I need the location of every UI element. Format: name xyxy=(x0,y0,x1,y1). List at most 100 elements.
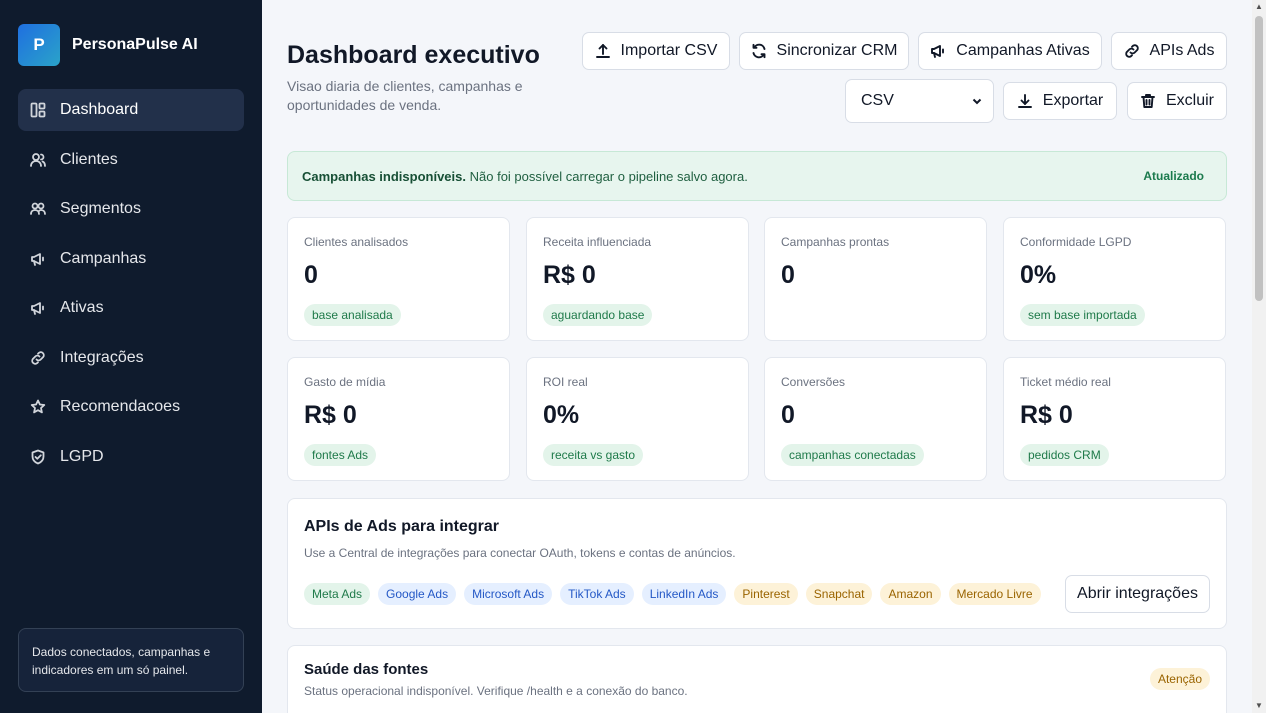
metric-badge: fontes Ads xyxy=(304,444,377,466)
users-icon xyxy=(30,152,46,167)
sidebar-item-campanhas[interactable]: Campanhas xyxy=(18,238,244,280)
link-icon xyxy=(1124,44,1139,58)
star-icon xyxy=(30,399,46,414)
scrollbar-thumb[interactable] xyxy=(1255,16,1263,301)
health-panel-subtitle: Status operacional indisponível. Verifiq… xyxy=(304,684,688,698)
sidebar-item-recomendacoes[interactable]: Recomendacoes xyxy=(18,386,244,428)
ads-panel-subtitle: Use a Central de integrações para conect… xyxy=(304,546,736,560)
chip-linkedin-ads[interactable]: LinkedIn Ads xyxy=(641,583,727,605)
sidebar-item-label: Campanhas xyxy=(60,249,147,267)
metric-label: Ticket médio real xyxy=(1020,375,1111,389)
metric-label: ROI real xyxy=(543,375,588,389)
apis-ads-button[interactable]: APIs Ads xyxy=(1111,32,1227,70)
megaphone-icon xyxy=(931,45,945,58)
chip-microsoft-ads[interactable]: Microsoft Ads xyxy=(464,583,553,605)
active-campaigns-label: Campanhas Ativas xyxy=(956,42,1090,59)
metric-value: 0 xyxy=(781,261,795,289)
metric-label: Gasto de mídia xyxy=(304,375,386,389)
metric-label: Clientes analisados xyxy=(304,235,409,249)
sources-health-panel: Saúde das fontes Status operacional indi… xyxy=(287,645,1227,713)
refresh-icon xyxy=(752,43,765,59)
chip-mercado-livre[interactable]: Mercado Livre xyxy=(948,583,1041,605)
sidebar-item-label: Clientes xyxy=(60,150,118,168)
metric-badge: pedidos CRM xyxy=(1020,444,1109,466)
metric-card-roi-real: ROI real 0% receita vs gasto xyxy=(526,357,749,481)
ads-chip-list: Meta Ads Google Ads Microsoft Ads TikTok… xyxy=(304,583,1041,605)
metric-card-conformidade-lgpd: Conformidade LGPD 0% sem base importada xyxy=(1003,217,1226,341)
metric-card-campanhas-prontas: Campanhas prontas 0 xyxy=(764,217,987,341)
brand-logo: P xyxy=(18,24,60,66)
delete-label: Excluir xyxy=(1165,92,1214,109)
sidebar-item-clientes[interactable]: Clientes xyxy=(18,139,244,181)
megaphone-icon xyxy=(31,302,44,315)
chip-snapchat[interactable]: Snapchat xyxy=(805,583,873,605)
alert-message: Não foi possível carregar o pipeline sal… xyxy=(469,168,748,184)
sidebar-item-label: Recomendacoes xyxy=(60,398,181,415)
metric-label: Campanhas prontas xyxy=(781,235,890,249)
metric-value: 0 xyxy=(781,401,795,429)
upload-icon xyxy=(595,44,610,58)
sidebar-item-ativas[interactable]: Ativas xyxy=(18,287,244,329)
metric-card-conversoes: Conversões 0 campanhas conectadas xyxy=(764,357,987,481)
delete-button[interactable]: Excluir xyxy=(1127,82,1227,120)
page-subtitle: Visao diaria de clientes, campanhas e op… xyxy=(287,78,523,113)
metric-card-clientes-analisados: Clientes analisados 0 base analisada xyxy=(287,217,510,341)
metric-badge: receita vs gasto xyxy=(543,444,644,466)
dashboard-icon xyxy=(30,102,46,118)
metric-card-gasto-midia: Gasto de mídia R$ 0 fontes Ads xyxy=(287,357,510,481)
metric-badge: sem base importada xyxy=(1020,304,1145,326)
scroll-up-icon[interactable]: ▲ xyxy=(1255,3,1263,11)
export-format-select[interactable]: CSV xyxy=(845,79,994,123)
alert-status: Atualizado xyxy=(1143,169,1204,183)
chip-amazon[interactable]: Amazon xyxy=(880,583,941,605)
metric-card-receita-influenciada: Receita influenciada R$ 0 aguardando bas… xyxy=(526,217,749,341)
group-icon xyxy=(30,202,46,215)
metric-value: 0 xyxy=(304,261,318,289)
chip-pinterest[interactable]: Pinterest xyxy=(734,583,798,605)
sidebar-item-label: Ativas xyxy=(60,299,104,316)
sidebar-item-label: Dashboard xyxy=(60,101,139,118)
sidebar-item-label: Segmentos xyxy=(60,200,141,217)
shield-icon xyxy=(31,449,45,464)
sidebar-note: Dados conectados, campanhas e indicadore… xyxy=(18,628,244,692)
chip-tiktok-ads[interactable]: TikTok Ads xyxy=(560,583,634,605)
metric-value: 0% xyxy=(543,401,580,429)
page-scrollbar[interactable]: ▲ ▼ xyxy=(1252,0,1266,713)
chevron-down-icon xyxy=(972,98,982,105)
export-label: Exportar xyxy=(1042,92,1104,109)
metric-card-ticket-medio: Ticket médio real R$ 0 pedidos CRM xyxy=(1003,357,1226,481)
sidebar-item-lgpd[interactable]: LGPD xyxy=(18,436,244,478)
chip-google-ads[interactable]: Google Ads xyxy=(378,583,457,605)
scroll-down-icon[interactable]: ▼ xyxy=(1255,702,1263,710)
active-campaigns-button[interactable]: Campanhas Ativas xyxy=(918,32,1102,70)
sidebar-item-segmentos[interactable]: Segmentos xyxy=(18,188,244,230)
health-status-badge: Atenção xyxy=(1149,668,1210,690)
brand[interactable]: P PersonaPulse AI xyxy=(18,24,198,66)
page-title: Dashboard executivo xyxy=(287,41,540,69)
apis-ads-label: APIs Ads xyxy=(1149,42,1215,59)
alert-title: Campanhas indisponíveis. xyxy=(302,168,466,184)
ads-panel-title: APIs de Ads para integrar xyxy=(304,518,500,535)
sidebar-item-dashboard[interactable]: Dashboard xyxy=(18,89,244,131)
metric-badge: aguardando base xyxy=(543,304,653,326)
megaphone-icon xyxy=(31,252,44,266)
link-icon xyxy=(31,350,45,365)
export-button[interactable]: Exportar xyxy=(1003,82,1117,120)
sidebar-item-label: LGPD xyxy=(60,447,104,465)
sidebar: P PersonaPulse AI Dashboard Clientes Seg… xyxy=(0,0,262,713)
import-csv-button[interactable]: Importar CSV xyxy=(582,32,730,70)
trash-icon xyxy=(1141,94,1155,108)
health-panel-title: Saúde das fontes xyxy=(304,661,429,678)
metric-label: Receita influenciada xyxy=(543,235,652,249)
sidebar-item-integracoes[interactable]: Integrações xyxy=(18,337,244,379)
campaigns-alert: Campanhas indisponíveis. Não foi possíve… xyxy=(287,151,1227,201)
metric-value: 0% xyxy=(1020,261,1057,289)
sync-crm-button[interactable]: Sincronizar CRM xyxy=(739,32,909,70)
download-icon xyxy=(1017,94,1032,108)
metric-label: Conformidade LGPD xyxy=(1020,235,1132,249)
chip-meta-ads[interactable]: Meta Ads xyxy=(304,583,371,605)
metric-value: R$ 0 xyxy=(1020,401,1073,429)
sidebar-item-label: Integrações xyxy=(60,348,144,366)
sidebar-nav: Dashboard Clientes Segmentos Campanhas A… xyxy=(18,89,244,485)
open-integrations-button[interactable]: Abrir integrações xyxy=(1065,575,1210,613)
